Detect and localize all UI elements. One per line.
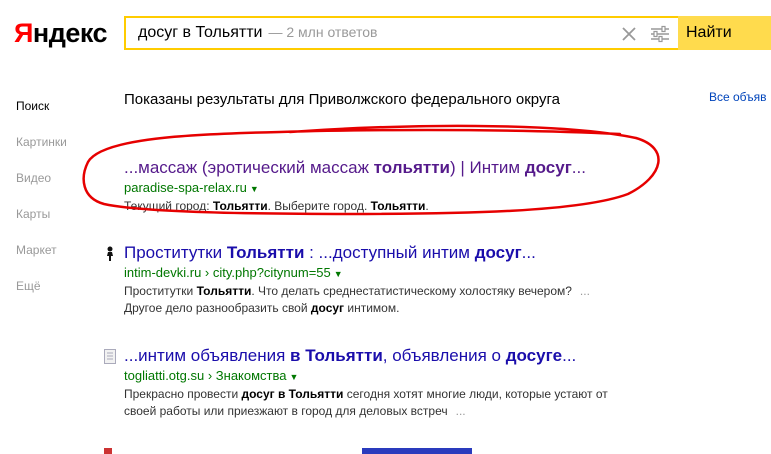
search-button[interactable]: Найти: [678, 16, 771, 50]
title-text: Проститутки: [124, 243, 227, 262]
result-title-link[interactable]: ...интим объявления в Тольятти, объявлен…: [124, 345, 664, 367]
title-text: ...: [521, 243, 536, 262]
filter-settings-icon[interactable]: [650, 25, 670, 43]
title-text: ) | Интим: [450, 158, 525, 177]
title-text: ...интим объявления: [124, 346, 291, 365]
url-dropdown-icon[interactable]: ▼: [290, 372, 299, 382]
search-input[interactable]: досуг в Тольятти — 2 млн ответов: [124, 16, 678, 50]
clear-icon[interactable]: [620, 25, 638, 43]
sidebar-item-maps[interactable]: Карты: [16, 204, 67, 240]
snippet-highlight: досуг в Тольятти: [241, 387, 344, 401]
favicon-figure-icon: [107, 246, 113, 261]
search-result: Проститутки Тольятти : ...доступный инти…: [124, 242, 664, 317]
title-highlight: досуг: [524, 158, 572, 177]
next-result-title-fragment: [362, 448, 472, 454]
snippet-ellipsis: ...: [455, 404, 466, 418]
search-result: ...интим объявления в Тольятти, объявлен…: [124, 345, 664, 420]
all-ads-link[interactable]: Все объяв: [709, 90, 767, 104]
snippet-text: Прекрасно провести: [124, 387, 242, 401]
logo-first-letter: Я: [14, 18, 33, 48]
next-result-favicon-icon: [104, 448, 112, 454]
sidebar-nav: Поиск Картинки Видео Карты Маркет Ещё: [16, 96, 67, 312]
sidebar-item-search[interactable]: Поиск: [16, 96, 67, 132]
result-title-link[interactable]: Проститутки Тольятти : ...доступный инти…: [124, 242, 664, 264]
title-text: ...: [571, 158, 586, 177]
snippet-highlight: Тольятти: [370, 199, 426, 213]
logo-rest: ндекс: [32, 18, 108, 48]
snippet-text: своей работы или приезжают в город для д…: [124, 404, 448, 418]
title-highlight: тольятти: [373, 158, 451, 177]
snippet-text: . Выберите город.: [267, 199, 371, 213]
search-query-value: досуг в Тольятти: [138, 24, 263, 41]
search-result: ...массаж (эротический массаж тольятти) …: [124, 157, 664, 215]
result-path[interactable]: city.php?citynum=55: [213, 265, 331, 280]
region-notice: Показаны результаты для Приволжского фед…: [124, 91, 560, 108]
title-highlight: досуге: [505, 346, 563, 365]
snippet-highlight: досуг: [310, 301, 345, 315]
title-highlight: досуг: [474, 243, 522, 262]
result-domain[interactable]: togliatti.otg.su: [124, 368, 204, 383]
next-result-partial: [104, 448, 524, 454]
url-separator: ›: [201, 265, 213, 280]
url-separator: ›: [204, 368, 216, 383]
result-domain[interactable]: intim-devki.ru: [124, 265, 201, 280]
title-text: , объявления о: [382, 346, 506, 365]
snippet-text: .: [425, 199, 429, 213]
title-text: : ...доступный интим: [304, 243, 475, 262]
title-highlight: Тольятти: [226, 243, 305, 262]
snippet-highlight: Тольятти: [196, 284, 252, 298]
title-highlight: в Тольятти: [290, 346, 383, 365]
url-dropdown-icon[interactable]: ▼: [334, 269, 343, 279]
result-url[interactable]: togliatti.otg.su › Знакомства ▼: [124, 367, 664, 386]
sidebar-item-images[interactable]: Картинки: [16, 132, 67, 168]
result-domain[interactable]: paradise-spa-relax.ru: [124, 180, 247, 195]
result-snippet: Прекрасно провести досуг в Тольятти сего…: [124, 386, 664, 420]
result-path[interactable]: Знакомства: [216, 368, 287, 383]
snippet-text: Проститутки: [124, 284, 197, 298]
sidebar-item-video[interactable]: Видео: [16, 168, 67, 204]
snippet-highlight: Тольятти: [212, 199, 268, 213]
title-text: ...: [562, 346, 577, 365]
result-url[interactable]: paradise-spa-relax.ru ▼: [124, 179, 664, 198]
result-url[interactable]: intim-devki.ru › city.php?citynum=55 ▼: [124, 264, 664, 283]
snippet-text: интимом.: [344, 301, 400, 315]
search-query-text: досуг в Тольятти — 2 млн ответов: [138, 24, 377, 42]
snippet-ellipsis: ...: [579, 284, 590, 298]
favicon-page-icon: [104, 349, 116, 364]
snippet-text: сегодня хотят многие люди, которые устаю…: [343, 387, 608, 401]
yandex-logo[interactable]: Яндекс: [14, 16, 108, 50]
title-text: ...массаж (эротический массаж: [124, 158, 374, 177]
url-dropdown-icon[interactable]: ▼: [250, 184, 259, 194]
result-snippet: Текущий город: Тольятти. Выберите город.…: [124, 198, 664, 215]
result-title-link[interactable]: ...массаж (эротический массаж тольятти) …: [124, 157, 664, 179]
sidebar-item-more[interactable]: Ещё: [16, 276, 67, 312]
result-snippet: Проститутки Тольятти. Что делать среднес…: [124, 283, 664, 317]
snippet-text: Текущий город:: [124, 199, 213, 213]
search-result-count-hint: — 2 млн ответов: [268, 24, 378, 40]
snippet-text: . Что делать среднестатистическому холос…: [251, 284, 572, 298]
sidebar-item-market[interactable]: Маркет: [16, 240, 67, 276]
snippet-text: Другое дело разнообразить свой: [124, 301, 311, 315]
